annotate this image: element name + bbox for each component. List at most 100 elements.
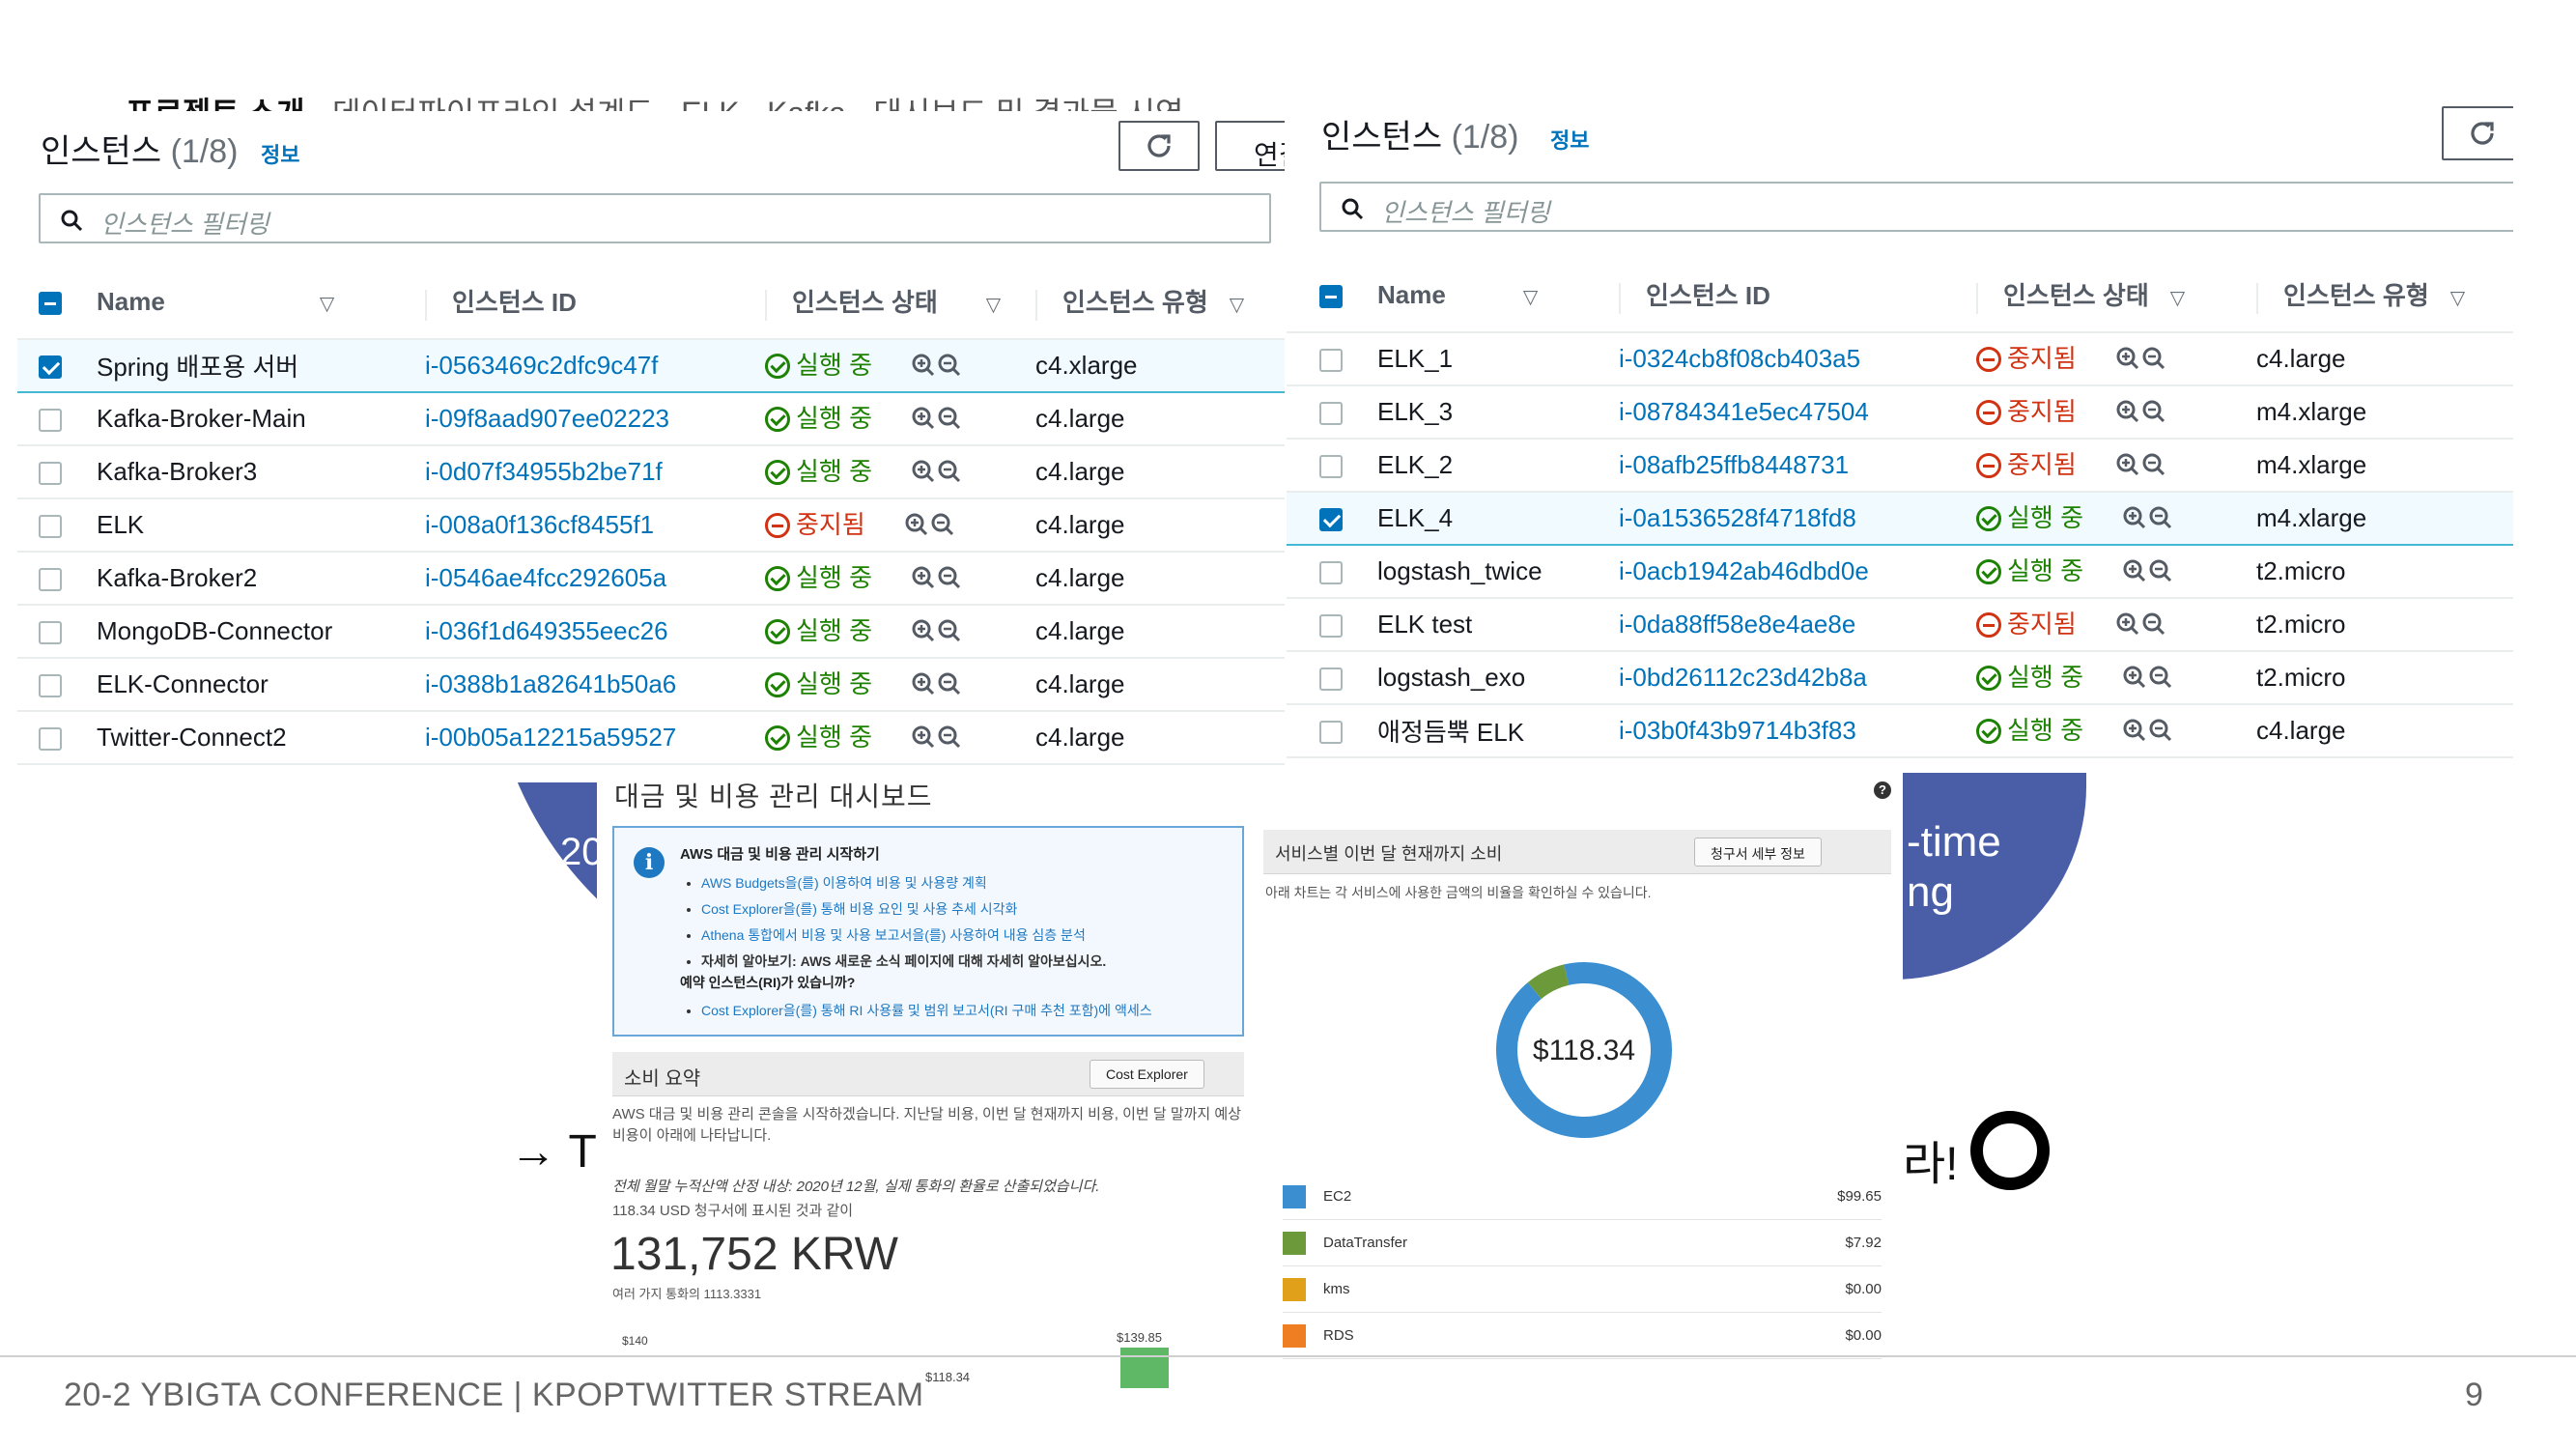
zoom-icon[interactable]: [911, 406, 967, 440]
ri-item[interactable]: Cost Explorer을(를) 통해 RI 사용률 및 범위 보고서(RI …: [701, 998, 1152, 1024]
zoom-icon[interactable]: [2115, 611, 2171, 645]
row-checkbox[interactable]: [1319, 402, 1343, 426]
legend-swatch: [1283, 1185, 1306, 1208]
table-row[interactable]: logstash_exo i-0bd26112c23d42b8a 실행 중 t2.mi…: [1287, 651, 2513, 705]
column-header-id[interactable]: 인스턴스 ID: [425, 266, 765, 340]
table-row[interactable]: ELK test i-0da88ff58e8e4ae8e 중지됨 t2.micro: [1287, 598, 2513, 652]
instance-id-link[interactable]: i-0324cb8f08cb403a5: [1619, 332, 1976, 386]
refresh-button[interactable]: [2442, 106, 2513, 160]
instance-id-link[interactable]: i-0563469c2dfc9c47f: [425, 338, 765, 393]
column-header-state[interactable]: 인스턴스 상태 ▽: [765, 266, 1035, 340]
zoom-icon[interactable]: [911, 459, 967, 493]
row-checkbox[interactable]: [39, 355, 62, 380]
row-checkbox[interactable]: [1319, 614, 1343, 639]
row-checkbox[interactable]: [39, 409, 62, 433]
info-item[interactable]: Athena 통합에서 비용 및 사용 보고서을(를) 사용하여 내용 심층 분…: [701, 923, 1106, 949]
table-row[interactable]: ELK i-008a0f136cf8455f1 중지됨 c4.large: [17, 498, 1285, 553]
zoom-icon[interactable]: [911, 618, 967, 652]
row-checkbox[interactable]: [1319, 455, 1343, 479]
instance-id-link[interactable]: i-08784341e5ec47504: [1619, 385, 1976, 440]
instance-id-link[interactable]: i-03b0f43b9714b3f83: [1619, 704, 1976, 758]
table-row[interactable]: ELK_1 i-0324cb8f08cb403a5 중지됨 c4.large: [1287, 332, 2513, 386]
table-row[interactable]: Twitter-Connect2 i-00b05a12215a59527 실행 중 c…: [17, 711, 1285, 765]
table-row[interactable]: ELK_2 i-08afb25ffb8448731 중지됨 m4.xlarge: [1287, 439, 2513, 493]
zoom-icon[interactable]: [911, 353, 967, 386]
column-header-type[interactable]: 인스턴스 유형 ▽: [2256, 259, 2513, 333]
table-row[interactable]: ELK_3 i-08784341e5ec47504 중지됨 m4.xlarge: [1287, 385, 2513, 440]
zoom-icon[interactable]: [2115, 452, 2171, 486]
row-checkbox[interactable]: [1319, 349, 1343, 373]
instance-id-link[interactable]: i-08afb25ffb8448731: [1619, 439, 1976, 493]
instance-id-link[interactable]: i-0da88ff58e8e4ae8e: [1619, 598, 1976, 652]
column-header-name[interactable]: Name ▽: [97, 266, 425, 340]
instance-id-link[interactable]: i-008a0f136cf8455f1: [425, 498, 765, 553]
table-row[interactable]: logstash_twice i-0acb1942ab46dbd0e 실행 중 t2.…: [1287, 545, 2513, 599]
row-checkbox[interactable]: [39, 674, 62, 698]
table-row[interactable]: Kafka-Broker3 i-0d07f34955b2be71f 실행 중 c4.l…: [17, 445, 1285, 499]
zoom-icon[interactable]: [2122, 558, 2178, 592]
select-all-checkbox[interactable]: [39, 292, 62, 316]
stopped-minus-icon: [765, 512, 790, 538]
bill-details-button[interactable]: 청구서 세부 정보: [1694, 838, 1822, 867]
column-header-state[interactable]: 인스턴스 상태 ▽: [1976, 259, 2256, 333]
instance-id-link[interactable]: i-0a1536528f4718fd8: [1619, 491, 1976, 546]
table-row[interactable]: Kafka-Broker2 i-0546ae4fcc292605a 실행 중 c4.l…: [17, 552, 1285, 606]
info-link[interactable]: 정보: [1550, 124, 1589, 155]
zoom-icon[interactable]: [911, 565, 967, 599]
row-checkbox[interactable]: [39, 462, 62, 486]
instance-type: t2.micro: [2256, 545, 2513, 599]
cost-explorer-button[interactable]: Cost Explorer: [1090, 1060, 1204, 1089]
info-item[interactable]: 자세히 알아보기: AWS 새로운 소식 페이지에 대해 자세히 알아보십시오.: [701, 949, 1106, 975]
instance-id-link[interactable]: i-00b05a12215a59527: [425, 711, 765, 765]
row-checkbox[interactable]: [39, 515, 62, 539]
zoom-icon[interactable]: [2122, 665, 2178, 698]
instance-id-link[interactable]: i-0bd26112c23d42b8a: [1619, 651, 1976, 705]
column-header-type[interactable]: 인스턴스 유형 ▽: [1035, 266, 1285, 340]
table-row[interactable]: Spring 배포용 서버 i-0563469c2dfc9c47f 실행 중 c4.x…: [17, 338, 1285, 393]
row-checkbox[interactable]: [1319, 561, 1343, 585]
table-row[interactable]: Kafka-Broker-Main i-09f8aad907ee02223 실행 중…: [17, 392, 1285, 446]
donut-slice-datatransfer: [1527, 964, 1570, 1000]
instance-id-link[interactable]: i-0388b1a82641b50a6: [425, 658, 765, 712]
filter-input[interactable]: 인스턴스 필터링: [1319, 182, 2513, 232]
refresh-button[interactable]: [1118, 121, 1200, 171]
column-header-name[interactable]: Name ▽: [1377, 259, 1619, 333]
instance-id-link[interactable]: i-036f1d649355eec26: [425, 605, 765, 659]
zoom-icon[interactable]: [2115, 399, 2171, 433]
zoom-icon[interactable]: [911, 724, 967, 758]
info-item[interactable]: AWS Budgets을(를) 이용하여 비용 및 사용량 계획: [701, 870, 1106, 896]
table-row[interactable]: 애정듬뿍 ELK i-03b0f43b9714b3f83 실행 중 c4.large: [1287, 704, 2513, 758]
row-checkbox[interactable]: [1319, 668, 1343, 692]
instance-state: 실행 중: [765, 605, 1035, 659]
info-link[interactable]: 정보: [261, 138, 299, 169]
row-checkbox[interactable]: [39, 621, 62, 645]
help-icon[interactable]: ?: [1874, 781, 1891, 799]
state-label: 실행 중: [796, 403, 872, 433]
instance-name: ELK-Connector: [97, 658, 425, 712]
row-checkbox[interactable]: [39, 568, 62, 592]
row-checkbox[interactable]: [39, 727, 62, 752]
select-all-checkbox[interactable]: [1319, 285, 1343, 309]
row-checkbox[interactable]: [1319, 508, 1343, 532]
instance-id-link[interactable]: i-0546ae4fcc292605a: [425, 552, 765, 606]
connect-button[interactable]: 연결: [1215, 121, 1285, 171]
sort-icon: ▽: [985, 295, 1002, 317]
info-item[interactable]: Cost Explorer을(를) 통해 비용 요인 및 사용 추세 시각화: [701, 896, 1106, 923]
zoom-icon[interactable]: [904, 512, 960, 546]
table-row[interactable]: ELK-Connector i-0388b1a82641b50a6 실행 중 c4.l…: [17, 658, 1285, 712]
instance-id-link[interactable]: i-0acb1942ab46dbd0e: [1619, 545, 1976, 599]
zoom-icon[interactable]: [2115, 346, 2171, 380]
filter-input[interactable]: 인스턴스 필터링: [39, 193, 1271, 243]
zoom-icon[interactable]: [2122, 505, 2178, 539]
ri-list: Cost Explorer을(를) 통해 RI 사용률 및 범위 보고서(RI …: [701, 998, 1152, 1024]
row-checkbox[interactable]: [1319, 721, 1343, 745]
table-row[interactable]: ELK_4 i-0a1536528f4718fd8 실행 중 m4.xlarge: [1287, 491, 2513, 546]
service-description: 아래 차트는 각 서비스에 사용한 금액의 비율을 확인하실 수 있습니다.: [1265, 885, 1652, 900]
deco-shape-right: -time ng: [1893, 773, 2086, 980]
instance-id-link[interactable]: i-0d07f34955b2be71f: [425, 445, 765, 499]
column-header-id[interactable]: 인스턴스 ID: [1619, 259, 1976, 333]
instance-id-link[interactable]: i-09f8aad907ee02223: [425, 392, 765, 446]
zoom-icon[interactable]: [2122, 718, 2178, 752]
table-row[interactable]: MongoDB-Connector i-036f1d649355eec26 실행 중…: [17, 605, 1285, 659]
zoom-icon[interactable]: [911, 671, 967, 705]
